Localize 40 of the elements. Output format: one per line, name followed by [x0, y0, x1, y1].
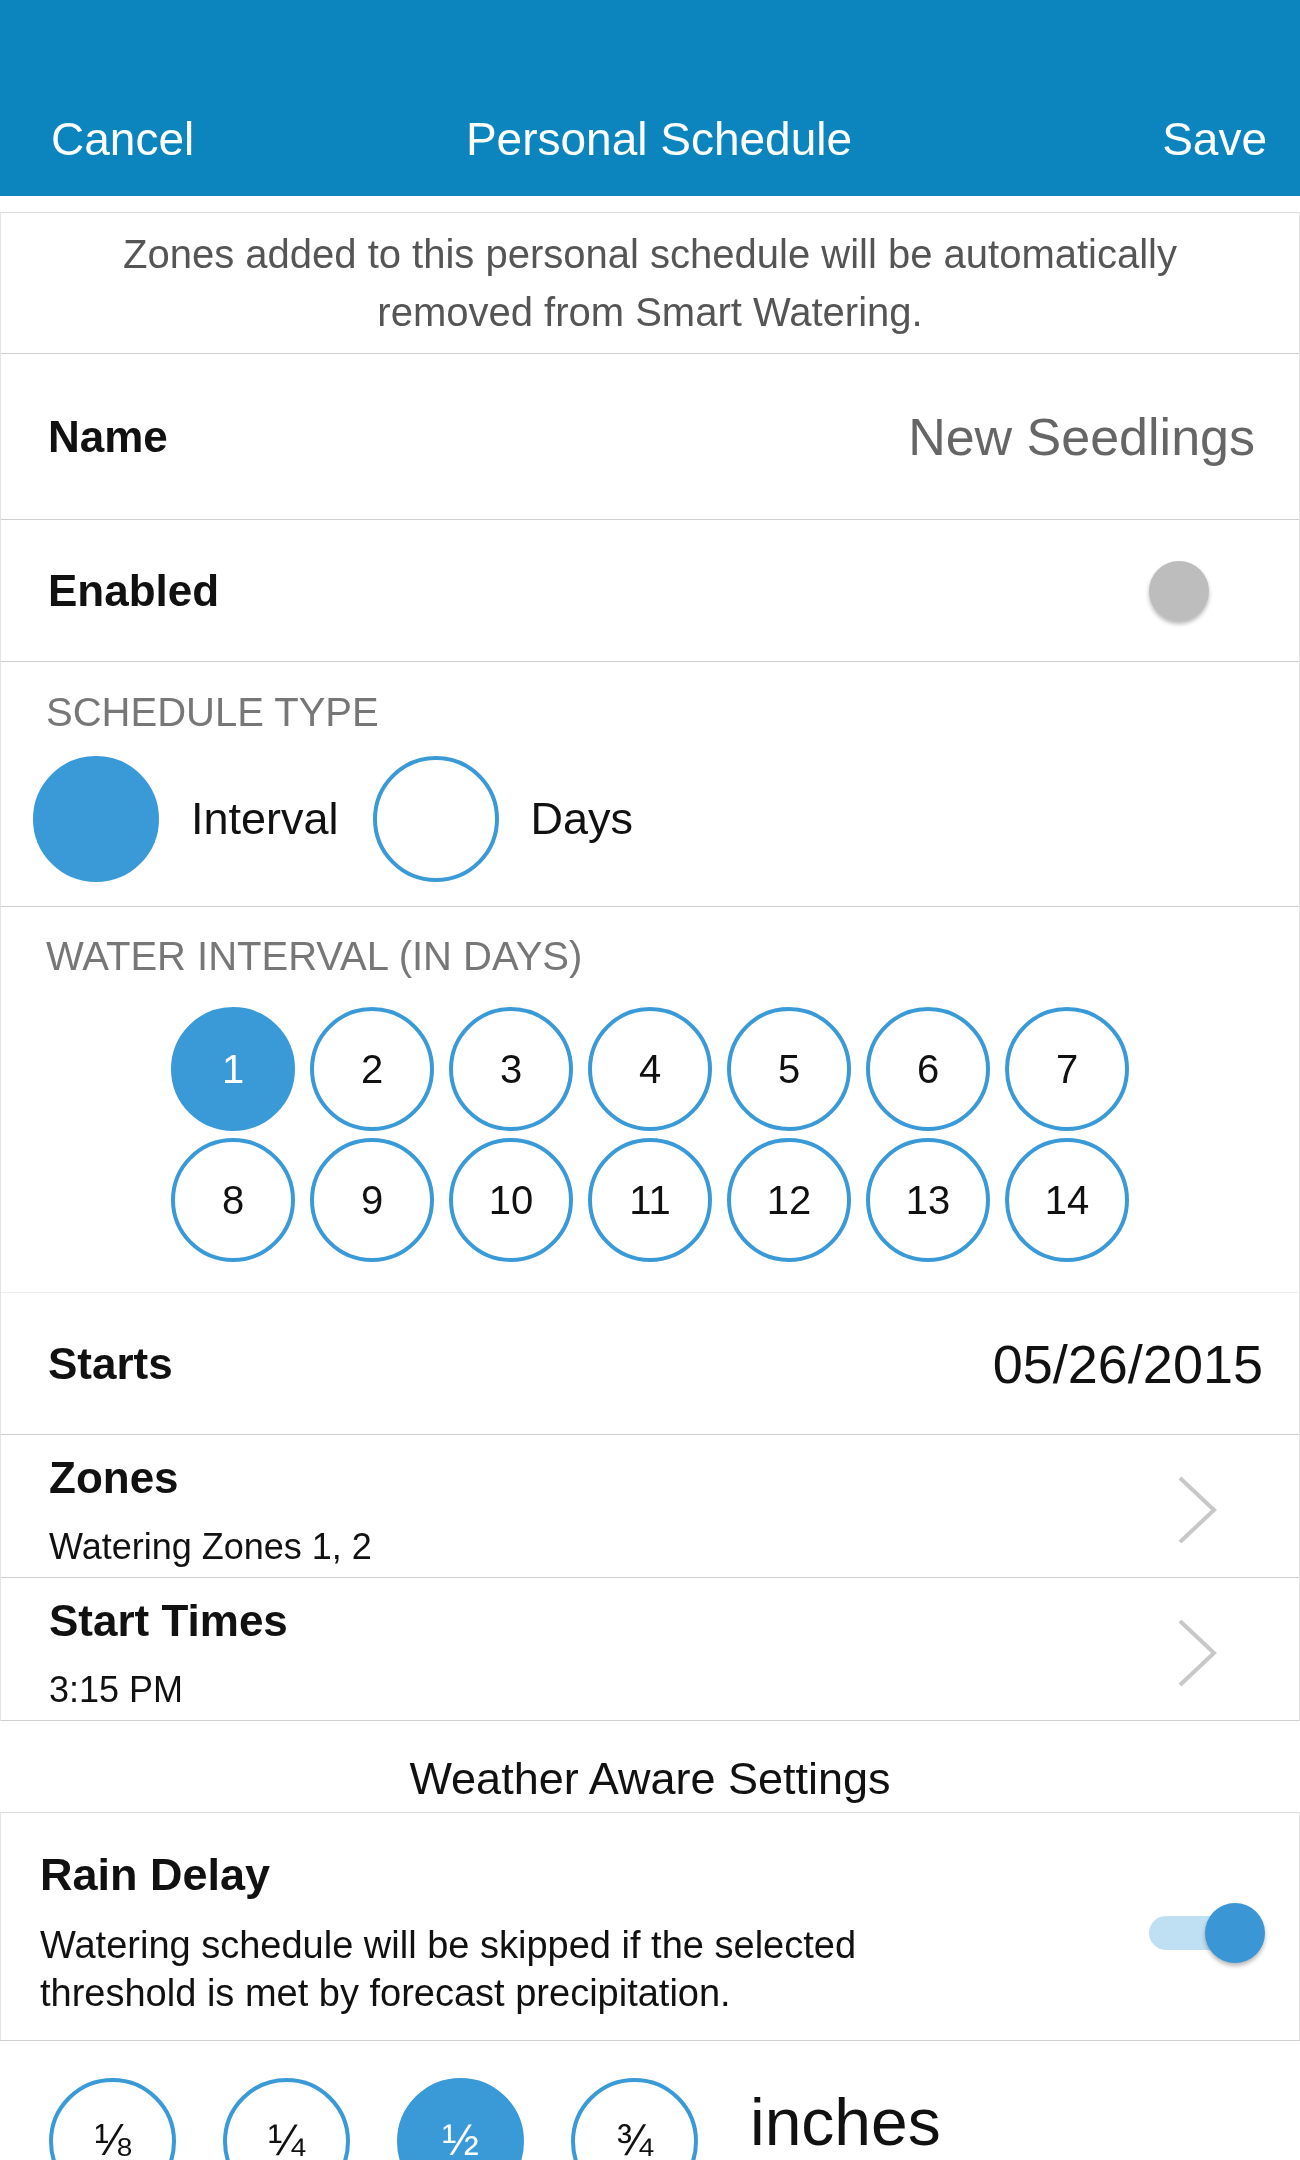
section-heading: SCHEDULE TYPE	[46, 690, 380, 734]
day-button[interactable]: 10	[449, 1138, 573, 1262]
threshold-button[interactable]: ⅛	[49, 2078, 176, 2160]
info-message: Zones added to this personal schedule will be automatically removed from Smart Watering.	[123, 232, 1177, 334]
day-button[interactable]: 12	[727, 1138, 851, 1262]
chevron-right-icon[interactable]	[1177, 1475, 1217, 1545]
name-label: Name	[48, 410, 168, 463]
chevron-right-icon[interactable]	[1177, 1618, 1217, 1688]
day-button[interactable]: 13	[866, 1138, 990, 1262]
rain-delay-description: Watering schedule will be skipped if the selected threshold is met by forecast precipitation.	[40, 1923, 858, 2016]
day-button[interactable]: 3	[449, 1007, 573, 1131]
name-field[interactable]: New Seedlings	[908, 406, 1255, 467]
day-button[interactable]: 4	[588, 1007, 712, 1131]
unit-label: inches	[750, 2084, 941, 2160]
save-button[interactable]: Save	[1162, 111, 1267, 167]
row-value: Watering Zones 1, 2	[49, 1524, 372, 1569]
row-value: 3:15 PM	[49, 1667, 185, 1712]
day-button[interactable]: 7	[1005, 1007, 1129, 1131]
screen-title: Personal Schedule	[465, 112, 853, 167]
day-button[interactable]: 14	[1005, 1138, 1129, 1262]
day-button[interactable]: 2	[310, 1007, 434, 1131]
threshold-button[interactable]: ¾	[571, 2078, 698, 2160]
radio-label: Days	[530, 793, 634, 845]
rain-delay-label: Rain Delay	[40, 1849, 272, 1901]
day-button[interactable]: 11	[588, 1138, 712, 1262]
row-title: Start Times	[49, 1594, 288, 1647]
day-button[interactable]: 6	[866, 1007, 990, 1131]
threshold-button[interactable]: ¼	[223, 2078, 350, 2160]
section-heading: WATER INTERVAL (IN DAYS)	[46, 934, 584, 978]
toggle-switch[interactable]	[1149, 1903, 1265, 1963]
enabled-label: Enabled	[48, 564, 220, 617]
day-button[interactable]: 9	[310, 1138, 434, 1262]
radio-label: Interval	[191, 793, 339, 845]
start-date-value[interactable]: 05/26/2015	[992, 1332, 1263, 1395]
cancel-button[interactable]: Cancel	[51, 111, 195, 167]
day-button[interactable]: 8	[171, 1138, 295, 1262]
starts-label: Starts	[48, 1337, 173, 1390]
row-title: Zones	[49, 1451, 180, 1504]
day-button[interactable]: 5	[727, 1007, 851, 1131]
section-title: Weather Aware Settings	[409, 1753, 891, 1804]
